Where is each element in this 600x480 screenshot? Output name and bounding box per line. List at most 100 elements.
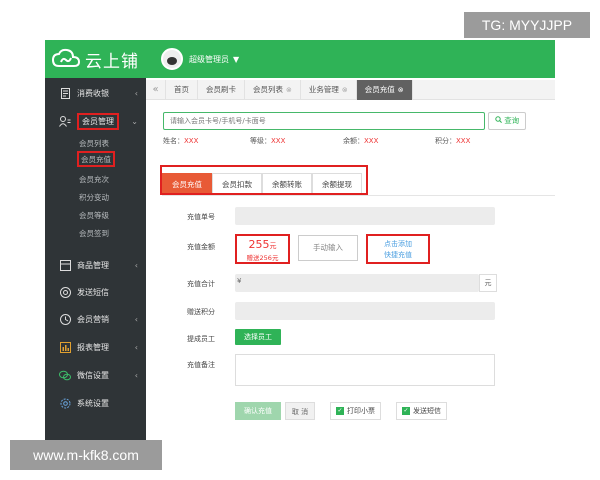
tab-label: 会员列表: [253, 84, 283, 94]
name-value: XXX: [184, 137, 199, 145]
cancel-button[interactable]: 取 消: [285, 402, 315, 420]
bonus-points-field[interactable]: [235, 302, 495, 320]
manual-input-button[interactable]: 手动输入: [298, 235, 358, 261]
tab-label: 业务管理: [308, 84, 339, 94]
remark-textarea[interactable]: [235, 354, 495, 386]
tab-home[interactable]: 首页: [166, 79, 198, 100]
sidebar-subitem-member-recharge[interactable]: 会员充值: [77, 151, 115, 167]
highlight-frame: [160, 165, 368, 195]
sidebar-subitem-member-level[interactable]: 会员等级: [79, 208, 109, 224]
user-menu[interactable]: 超级管理员 ▼: [161, 47, 239, 71]
close-icon[interactable]: ⊗: [286, 86, 292, 94]
order-no-label: 充值单号: [187, 213, 215, 221]
name-label: 姓名：: [163, 137, 184, 145]
amount-value: 255元: [237, 238, 288, 251]
sidebar-item-reports[interactable]: 报表管理 ‹: [45, 336, 146, 358]
chevron-left-icon: ‹: [134, 260, 138, 270]
sidebar-subitem-member-checkin[interactable]: 会员签到: [79, 226, 109, 242]
goods-icon: [59, 259, 71, 271]
sidebar: 消费收银 ‹ 会员管理 ⌄ 会员列表 会员充值 会员充次 积分变动 会员等级 会…: [45, 78, 146, 440]
report-icon: [59, 341, 71, 353]
close-icon[interactable]: ⊗: [342, 86, 348, 94]
sidebar-subitem-member-list[interactable]: 会员列表: [79, 136, 109, 152]
amount-label: 充值金额: [187, 243, 215, 251]
sidebar-item-label: 微信设置: [77, 370, 109, 380]
sidebar-item-label: 发送短信: [77, 287, 109, 297]
member-name: 姓名：XXX: [163, 136, 198, 146]
sidebar-subitem-points-change[interactable]: 积分变动: [79, 190, 109, 206]
amount-option-selected[interactable]: 255元 赠送256元: [235, 234, 290, 264]
sidebar-item-cashier[interactable]: 消费收银 ‹: [45, 82, 146, 104]
caret-down-icon[interactable]: ▼: [233, 55, 239, 64]
quick-line2: 快捷充值: [384, 251, 412, 259]
search-button-label: 查询: [504, 116, 520, 125]
close-icon[interactable]: ⊗: [398, 86, 404, 94]
sidebar-item-label: 商品管理: [77, 260, 109, 270]
tab-label: 首页: [174, 84, 189, 94]
sidebar-item-label: 会员营销: [77, 314, 109, 324]
points-label: 积分：: [435, 137, 456, 145]
checkmark-icon: ✓: [336, 407, 344, 415]
total-label: 充值合计: [187, 280, 215, 288]
watermark-bottom: www.m-kfk8.com: [10, 440, 162, 470]
search-field[interactable]: [163, 112, 485, 130]
level-label: 等级：: [250, 137, 271, 145]
double-chevron-left-icon[interactable]: «: [146, 79, 166, 100]
points-value: XXX: [456, 137, 471, 145]
sidebar-item-member[interactable]: 会员管理 ⌄: [45, 110, 146, 132]
amount-bonus: 赠送256元: [246, 254, 279, 262]
top-bar: 云上铺 超级管理员 ▼: [45, 40, 555, 78]
sidebar-item-label: 消费收银: [77, 88, 109, 98]
sidebar-item-goods[interactable]: 商品管理 ‹: [45, 254, 146, 276]
quick-recharge-button[interactable]: 点击添加 快捷充值: [366, 234, 430, 264]
bonus-points-label: 赠送积分: [187, 308, 215, 316]
divider: [162, 195, 555, 196]
tab-label: 会员刷卡: [206, 84, 236, 94]
cloud-logo-icon: [51, 48, 81, 67]
sidebar-item-wechat[interactable]: 微信设置 ‹: [45, 364, 146, 386]
receipt-icon: [59, 87, 71, 99]
order-no-field: [235, 207, 495, 225]
search-input[interactable]: [164, 113, 484, 129]
balance-label: 余额：: [343, 137, 364, 145]
app-window: 云上铺 超级管理员 ▼ 消费收银 ‹ 会员管理 ⌄ 会员列表 会员充值 会员充次…: [45, 40, 555, 440]
tab-member-recharge[interactable]: 会员充值 ⊗: [356, 79, 413, 100]
member-points: 积分：XXX: [435, 136, 470, 146]
sidebar-subitem-member-times[interactable]: 会员充次: [79, 172, 109, 188]
amount-unit: 元: [269, 242, 277, 250]
amount-number: 255: [248, 238, 270, 251]
tab-member-card[interactable]: 会员刷卡: [198, 79, 245, 100]
tab-member-list[interactable]: 会员列表 ⊗: [245, 79, 301, 100]
search-button[interactable]: 查询: [488, 112, 526, 130]
settings-icon: [59, 397, 71, 409]
avatar[interactable]: [161, 48, 183, 70]
select-staff-button[interactable]: 选择员工: [235, 329, 281, 345]
send-sms-checkbox[interactable]: ✓ 发送短信: [396, 402, 447, 420]
tab-bar: « 首页 会员刷卡 会员列表 ⊗ 业务管理 ⊗ 会员充值 ⊗: [146, 79, 555, 100]
chevron-left-icon: ‹: [134, 314, 138, 324]
sidebar-item-label: 报表管理: [77, 342, 109, 352]
sidebar-item-sms[interactable]: 发送短信: [45, 281, 146, 303]
logo-text: 云上铺: [85, 51, 139, 72]
total-field[interactable]: [235, 274, 479, 292]
confirm-recharge-button[interactable]: 确认充值: [235, 402, 281, 420]
total-unit: 元: [479, 274, 497, 292]
tab-business[interactable]: 业务管理 ⊗: [301, 79, 357, 100]
chevron-left-icon: ‹: [134, 370, 138, 380]
chevron-left-icon: ‹: [134, 342, 138, 352]
chevron-left-icon: ‹: [134, 88, 138, 98]
quick-line1: 点击添加: [384, 240, 412, 248]
tab-label: 会员充值: [364, 84, 395, 94]
member-balance: 余额：XXX: [343, 136, 378, 146]
sidebar-item-label: 系统设置: [77, 398, 109, 408]
watermark-top: TG: MYYJJPP: [464, 12, 590, 38]
marketing-icon: [59, 313, 71, 325]
search-icon: [495, 116, 504, 125]
total-prefix: ¥: [237, 277, 242, 285]
sidebar-item-settings[interactable]: 系统设置: [45, 392, 146, 414]
print-receipt-checkbox[interactable]: ✓ 打印小票: [330, 402, 381, 420]
user-name[interactable]: 超级管理员: [189, 54, 229, 65]
chevron-down-icon: ⌄: [131, 116, 138, 126]
sidebar-item-marketing[interactable]: 会员营销 ‹: [45, 308, 146, 330]
level-value: XXX: [271, 137, 286, 145]
